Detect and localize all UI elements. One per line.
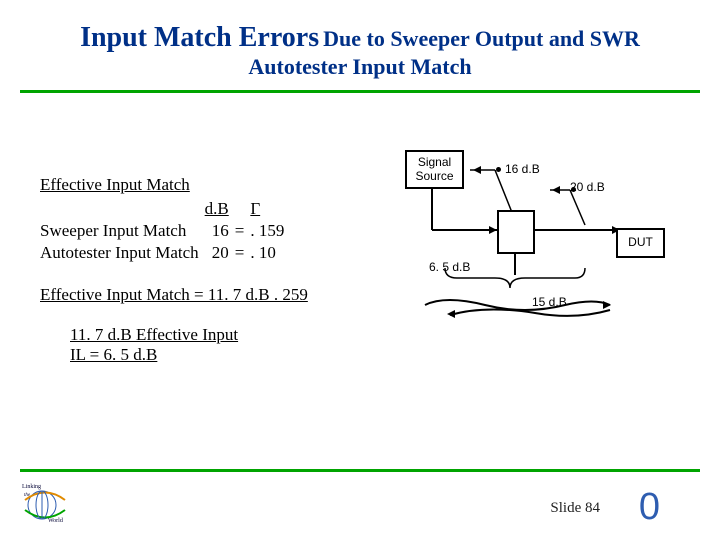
match-table: d.B Γ Sweeper Input Match 16 = . 159 Aut… xyxy=(40,199,290,265)
note-il: IL = 6. 5 d.B xyxy=(70,345,308,365)
slide-title: Input Match Errors Due to Sweeper Output… xyxy=(0,22,720,80)
label-20db: 20 d.B xyxy=(570,180,605,194)
title-lead: Input Match Errors xyxy=(80,22,319,53)
table-row: Sweeper Input Match 16 = . 159 xyxy=(40,221,290,243)
svg-text:the: the xyxy=(24,493,31,498)
footer: Linking World the Slide 84 0 xyxy=(0,480,720,535)
svg-text:World: World xyxy=(48,518,63,524)
mid-box xyxy=(497,210,535,254)
signal-source-box: Signal Source xyxy=(405,150,464,189)
divider-top xyxy=(20,90,700,93)
label-16db: 16 d.B xyxy=(505,162,540,176)
col-gamma: Γ xyxy=(250,199,290,221)
divider-bottom xyxy=(20,469,700,472)
body-text: Effective Input Match d.B Γ Sweeper Inpu… xyxy=(40,175,308,365)
dut-box: DUT xyxy=(616,228,665,258)
slide-number: Slide 84 xyxy=(550,500,600,517)
note-effective-input: 11. 7 d.B Effective Input xyxy=(70,325,308,345)
effective-input-heading: Effective Input Match xyxy=(40,175,308,195)
label-15db: 15 d.B xyxy=(532,295,567,309)
col-db: d.B xyxy=(205,199,235,221)
page-indicator-zero: 0 xyxy=(639,486,660,529)
equation-line: Effective Input Match = 11. 7 d.B . 259 xyxy=(40,285,308,305)
svg-text:Linking: Linking xyxy=(22,484,41,490)
schematic-diagram: Signal Source DUT 16 d.B 20 d.B 6. 5 d.B… xyxy=(385,150,665,320)
label-6-5db: 6. 5 d.B xyxy=(429,260,470,274)
title-subtitle: Autotester Input Match xyxy=(0,54,720,80)
linking-the-world-logo: Linking World the xyxy=(20,480,70,525)
table-row: Autotester Input Match 20 = . 10 xyxy=(40,243,290,265)
title-tail: Due to Sweeper Output and SWR xyxy=(323,26,640,51)
